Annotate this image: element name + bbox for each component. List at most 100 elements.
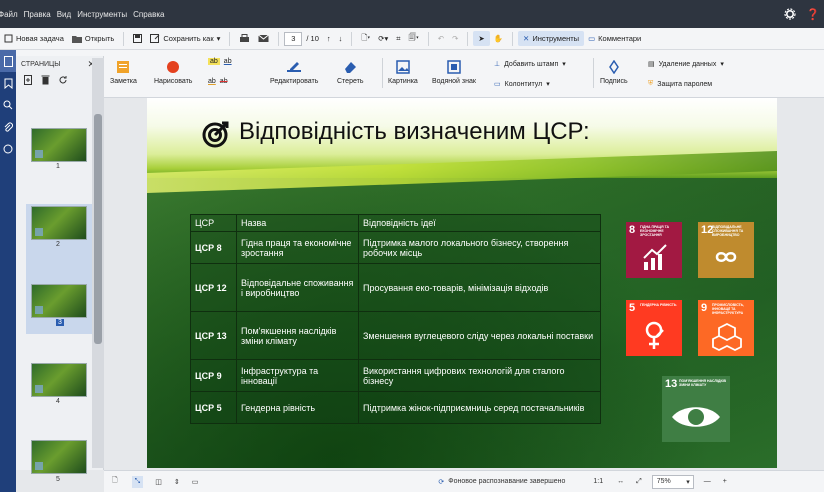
actual-size-button[interactable]: 1:1	[593, 478, 603, 485]
paperclip-icon	[4, 122, 13, 132]
table-cell: Використання цифрових технологій для ста…	[358, 359, 601, 392]
zoom-select[interactable]: 75% ▾	[651, 474, 694, 489]
erase-label: Стереть	[337, 78, 364, 85]
rotate-page-icon[interactable]	[58, 75, 68, 85]
add-page-icon[interactable]	[24, 75, 33, 85]
prev-page-button[interactable]: ↑	[323, 34, 335, 43]
watermark-button[interactable]: Водяной знак	[432, 60, 476, 85]
attachments-tab[interactable]	[0, 116, 16, 138]
search-tab[interactable]	[0, 94, 16, 116]
zoom-out-icon[interactable]: —	[704, 478, 711, 485]
scroll-view-icon[interactable]: ⇕	[174, 478, 180, 486]
menu-help[interactable]: Справка	[133, 10, 170, 19]
menu-file[interactable]: Файл	[0, 10, 24, 19]
table-cell: Відповідальне споживання і виробництво	[236, 263, 359, 312]
scrollbar-thumb[interactable]	[94, 114, 102, 344]
gender-equality-icon	[645, 321, 664, 349]
add-stamp-button[interactable]: ⊥ Добавить штамп ▾	[494, 60, 566, 69]
strike-text-button[interactable]: ab	[220, 78, 228, 85]
save-as-button[interactable]: Сохранить как ▾	[146, 34, 224, 43]
note-button[interactable]: Заметка	[110, 60, 137, 85]
header-footer-label: Колонтитул	[504, 80, 543, 88]
insert-page-button[interactable]: 🗋▾	[357, 32, 374, 45]
highlight-buttons: ab ab	[208, 58, 232, 65]
page-thumbnail-2[interactable]	[31, 206, 87, 240]
open-label: Открыть	[84, 34, 115, 43]
table-row: ЦСР 8 Гідна праця та економічне зростанн…	[190, 231, 601, 264]
gear-icon[interactable]	[784, 8, 796, 20]
main-toolbar: Новая задача Открыть Сохранить как ▾ 3 /…	[0, 28, 824, 50]
picture-button[interactable]: Картинка	[388, 60, 418, 85]
pen-nib-icon	[608, 60, 619, 74]
hand-tool-button[interactable]: ✋	[490, 34, 507, 43]
open-button[interactable]: Открыть	[68, 34, 118, 43]
redo-button[interactable]: ↷	[448, 34, 462, 43]
envelope-icon	[258, 34, 270, 42]
comments-tab[interactable]: ▭ Комментари	[584, 34, 645, 43]
fit-width-icon[interactable]: ↔	[617, 478, 624, 485]
undo-button[interactable]: ↶	[434, 34, 448, 43]
rotate-button[interactable]: ⟳▾	[374, 34, 392, 43]
menu-edit[interactable]: Правка	[24, 10, 57, 19]
squiggly-text-button[interactable]: ab	[208, 78, 216, 85]
fit-page-icon[interactable]: ⤡	[131, 475, 144, 488]
signatures-tab[interactable]	[0, 138, 16, 160]
next-page-button[interactable]: ↓	[335, 34, 347, 43]
page-search-icon: 🗐▾	[408, 33, 419, 42]
new-task-label: Новая задача	[16, 34, 64, 43]
select-tool-button[interactable]: ➤	[473, 31, 490, 46]
infinity-icon	[715, 252, 737, 262]
draw-button[interactable]: Нарисовать	[154, 60, 192, 85]
page-tools-button[interactable]: 🗐▾	[405, 32, 423, 45]
thumbnail-number: 1	[56, 163, 60, 170]
signature-button[interactable]: Подпись	[600, 60, 628, 85]
menu-bar: Файл Правка Вид Инструменты Справка ❓	[0, 0, 824, 28]
sdg-5-card: 5 ГЕНДЕРНА РІВНІСТЬ	[626, 300, 682, 356]
email-button[interactable]	[254, 34, 273, 43]
sdg-title: ПОМ'ЯКШЕННЯ НАСЛІДКІВ ЗМІНИ КЛІМАТУ	[679, 379, 726, 387]
target-icon	[202, 121, 229, 148]
pages-scrollbar[interactable]	[92, 58, 104, 468]
page-thumbnail-1[interactable]	[31, 128, 87, 162]
trash-icon[interactable]	[41, 75, 50, 85]
save-icon-button[interactable]	[129, 34, 146, 43]
page-thumbnail-5[interactable]	[31, 440, 87, 474]
presentation-icon[interactable]: ▭	[192, 478, 199, 486]
header-footer-button[interactable]: ▭ Колонтитул ▾	[494, 80, 550, 89]
print-button[interactable]	[235, 33, 254, 44]
menu-view[interactable]: Вид	[57, 10, 77, 19]
menu-tools[interactable]: Инструменты	[77, 10, 133, 19]
remove-data-button[interactable]: ▤ Удаление данных ▾	[648, 60, 724, 69]
page-number-input[interactable]: 3	[284, 31, 303, 46]
table-cell: Гідна праця та економічне зростання	[236, 231, 359, 264]
zoom-in-icon[interactable]: +	[723, 478, 727, 485]
fullscreen-icon[interactable]: ⤢	[636, 478, 642, 486]
tools-tab[interactable]: ✕ Инструменты	[518, 31, 585, 46]
arrow-up-icon: ↑	[326, 34, 331, 43]
erase-button[interactable]: Стереть	[337, 60, 363, 85]
highlight-text-button[interactable]: ab	[208, 58, 220, 65]
table-header: Відповідність ідеї	[358, 214, 601, 232]
single-page-view-icon[interactable]: 🗋	[112, 476, 118, 487]
underline-text-button[interactable]: ab	[224, 58, 232, 65]
password-protect-label: Защита паролем	[657, 80, 713, 88]
new-task-button[interactable]: Новая задача	[0, 34, 68, 43]
pages-panel-tab[interactable]	[0, 50, 16, 72]
divider	[427, 31, 429, 46]
divider	[123, 31, 125, 46]
table-cell: ЦСР 13	[190, 311, 237, 360]
bookmarks-tab[interactable]	[0, 72, 16, 94]
page-total: / 10	[306, 34, 319, 43]
crop-button[interactable]: ⌗	[392, 34, 404, 44]
two-page-view-icon[interactable]: ◫	[155, 478, 162, 486]
page-thumbnail-4[interactable]	[31, 363, 87, 397]
table-cell: Пом'якшення наслідків зміни клімату	[236, 311, 359, 360]
account-icon[interactable]: ❓	[806, 8, 820, 21]
stamp-icon: ⊥	[494, 61, 501, 68]
page-thumbnail-3[interactable]	[31, 284, 87, 318]
table-cell: ЦСР 5	[190, 391, 237, 424]
sticky-note-icon	[117, 61, 130, 73]
password-protect-button[interactable]: ⛨ Защита паролем	[648, 80, 712, 88]
edit-button[interactable]: Редактировать	[270, 60, 318, 85]
slide-title: Відповідність визначеним ЦСР:	[239, 118, 590, 145]
